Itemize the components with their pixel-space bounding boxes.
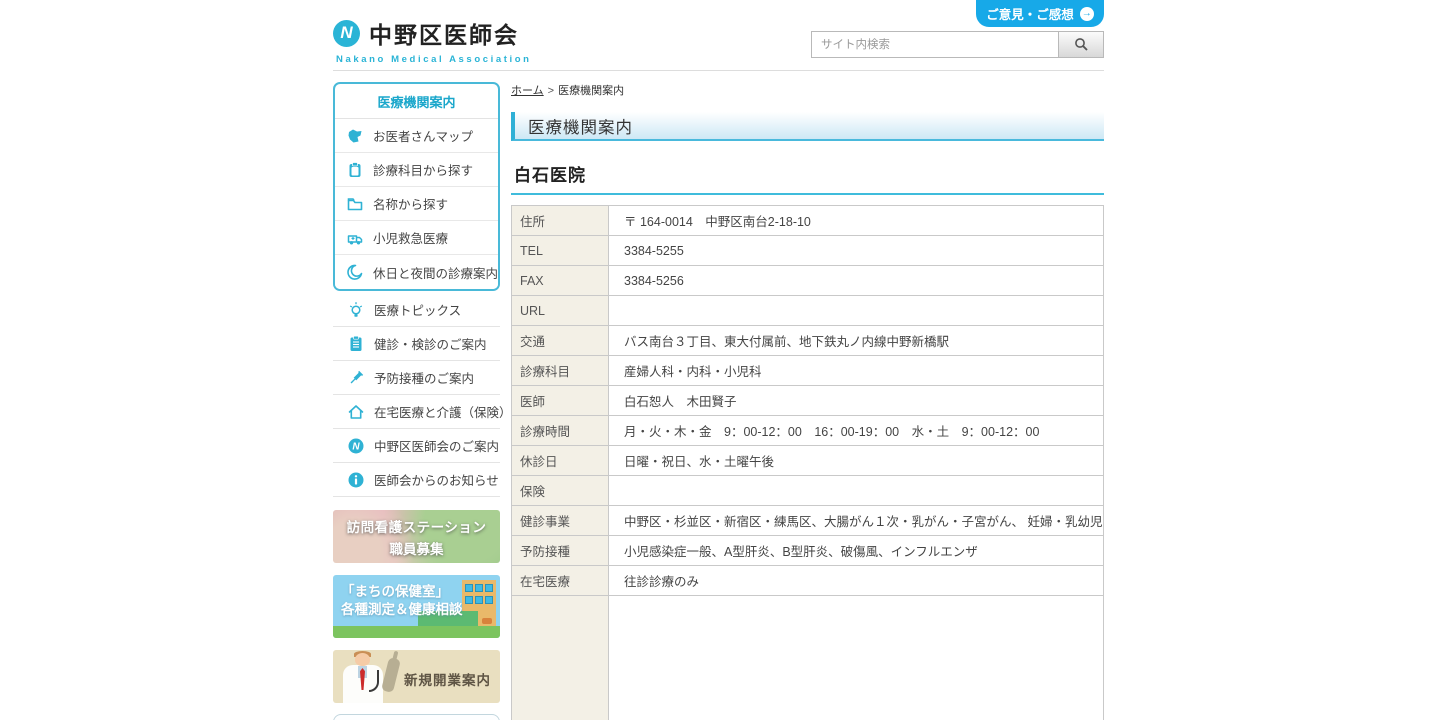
sidebar-item-association-news[interactable]: 医師会からのお知らせ [333,463,500,497]
sidebar-item-home-care[interactable]: 在宅医療と介護（保険） [333,395,500,429]
table-row-fax: FAX 3384-5256 [512,266,1103,296]
site-subtitle: Nakano Medical Association [336,54,532,65]
plant-illustration [482,618,492,624]
document-icon [346,335,366,353]
table-row-vaccinations: 予防接種 小児感染症一般、A型肝炎、B型肝炎、破傷風、インフルエンザ [512,536,1103,566]
sidebar-item-label: 中野区医師会のご案内 [374,436,499,455]
breadcrumb: ホーム > 医療機関案内 [511,82,1104,98]
sidebar-item-pediatric-emergency[interactable]: 小児救急医療 [335,221,498,255]
banner-text: 「まちの保健室」 [341,583,463,601]
table-row-doctors: 医師 白石恕人 木田賢子 [512,386,1103,416]
sidebar: 医療機関案内 お医者さんマップ 診療科目から探す [333,82,500,720]
table-row-access: 交通 バス南台３丁目、東大付属前、地下鉄丸ノ内線中野新橋駅 [512,326,1103,356]
sidebar-item-association-guide[interactable]: N 中野区医師会のご案内 [333,429,500,463]
table-row-home-medical-care: 在宅医療 往診診療のみ [512,566,1103,596]
breadcrumb-current: 医療機関案内 [558,85,624,97]
sidebar-item-search-by-department[interactable]: 診療科目から探す [335,153,498,187]
page-title: 医療機関案内 [515,114,633,138]
table-row-checkup-programs: 健診事業 中野区・杉並区・新宿区・練馬区、大腸がん１次・乳がん・子宮がん、 妊婦… [512,506,1103,536]
sidebar-item-label: 健診・検診のご案内 [374,334,487,353]
sidebar-menu-list: 医療トピックス 健診・検診のご案内 予防接種のご案内 [333,293,500,497]
site-search [811,31,1104,58]
sidebar-item-doctor-map[interactable]: お医者さんマップ [335,119,498,153]
map-icon [345,127,365,145]
sidebar-menu-title[interactable]: 医療機関案内 [335,84,498,119]
house-icon [346,403,366,421]
sidebar-item-label: 在宅医療と介護（保険） [374,402,512,421]
grass-illustration [333,626,500,638]
search-icon [1074,37,1089,52]
sidebar-item-medical-topics[interactable]: 医療トピックス [333,293,500,327]
breadcrumb-separator: > [548,85,554,97]
moon-icon [345,263,365,281]
header-divider [333,70,1104,71]
content-wrapper: N 中野区医師会 Nakano Medical Association ご意見・… [333,0,1104,720]
syringe-icon [346,369,366,387]
n-circle-icon: N [346,437,366,455]
search-button[interactable] [1058,32,1103,57]
feedback-button[interactable]: ご意見・ご感想 → [976,0,1104,27]
banner-text: 訪問看護ステーション [347,516,487,536]
clinic-name-underline [511,193,1104,195]
page: N 中野区医師会 Nakano Medical Association ご意見・… [0,0,1440,720]
table-row-closed-days: 休診日 日曜・祝日、水・土曜午後 [512,446,1103,476]
search-input[interactable] [812,32,1058,57]
sidebar-item-label: 名称から探す [373,194,448,213]
lightbulb-icon [346,301,366,319]
site-logo[interactable]: N 中野区医師会 Nakano Medical Association [333,16,532,65]
sidebar-item-label: 医師会からのお知らせ [374,470,499,489]
table-row-url: URL [512,296,1103,326]
sidebar-menu-box: 医療機関案内 お医者さんマップ 診療科目から探す [333,82,500,291]
sidebar-item-search-by-name[interactable]: 名称から探す [335,187,498,221]
folder-icon [345,195,365,213]
arrow-circle-right-icon: → [1080,7,1094,21]
sidebar-item-label: 小児救急医療 [373,228,448,247]
feedback-button-label: ご意見・ご感想 [986,4,1074,23]
table-row-hours: 診療時間 月・火・木・金 9：00-12：00 16：00-19：00 水・土 … [512,416,1103,446]
clinic-name: 白石医院 [511,161,1104,186]
sidebar-partial-link-box[interactable] [333,714,500,720]
banner-visiting-nurse-recruit[interactable]: 訪問看護ステーション 職員募集 [333,510,500,563]
table-row-empty [512,596,1103,720]
clipboard-icon [345,161,365,179]
sidebar-item-label: 診療科目から探す [373,160,473,179]
sidebar-item-label: 医療トピックス [374,300,461,319]
sidebar-item-label: お医者さんマップ [373,126,473,145]
table-row-tel: TEL 3384-5255 [512,236,1103,266]
sidebar-item-checkup-guide[interactable]: 健診・検診のご案内 [333,327,500,361]
sidebar-item-vaccination-guide[interactable]: 予防接種のご案内 [333,361,500,395]
table-row-insurance: 保険 [512,476,1103,506]
banner-text: 職員募集 [390,538,444,558]
info-icon [346,471,366,489]
sidebar-item-label: 予防接種のご案内 [374,368,474,387]
page-title-bar: 医療機関案内 [511,112,1104,141]
banner-text: 各種測定＆健康相談 [341,601,463,619]
main-content: ホーム > 医療機関案内 医療機関案内 白石医院 住所 〒 164-0014 中野区… [511,82,1104,720]
sidebar-item-label: 休日と夜間の診療案内 [373,263,498,282]
banner-town-health-room[interactable]: 「まちの保健室」 各種測定＆健康相談 [333,575,500,638]
n-circle-icon: N [333,20,360,47]
table-row-departments: 診療科目 産婦人科・内科・小児科 [512,356,1103,386]
clinic-info-table: 住所 〒 164-0014 中野区南台2-18-10 TEL 3384-5255… [511,205,1104,720]
breadcrumb-home-link[interactable]: ホーム [511,85,544,97]
table-row-address: 住所 〒 164-0014 中野区南台2-18-10 [512,206,1103,236]
ambulance-icon [345,229,365,247]
banner-text: 新規開業案内 [404,669,491,689]
site-title: 中野区医師会 [369,16,519,50]
svg-text:N: N [352,441,360,452]
sidebar-item-holiday-night-care[interactable]: 休日と夜間の診療案内 [335,255,498,289]
banner-new-opening-guide[interactable]: 新規開業案内 [333,650,500,703]
